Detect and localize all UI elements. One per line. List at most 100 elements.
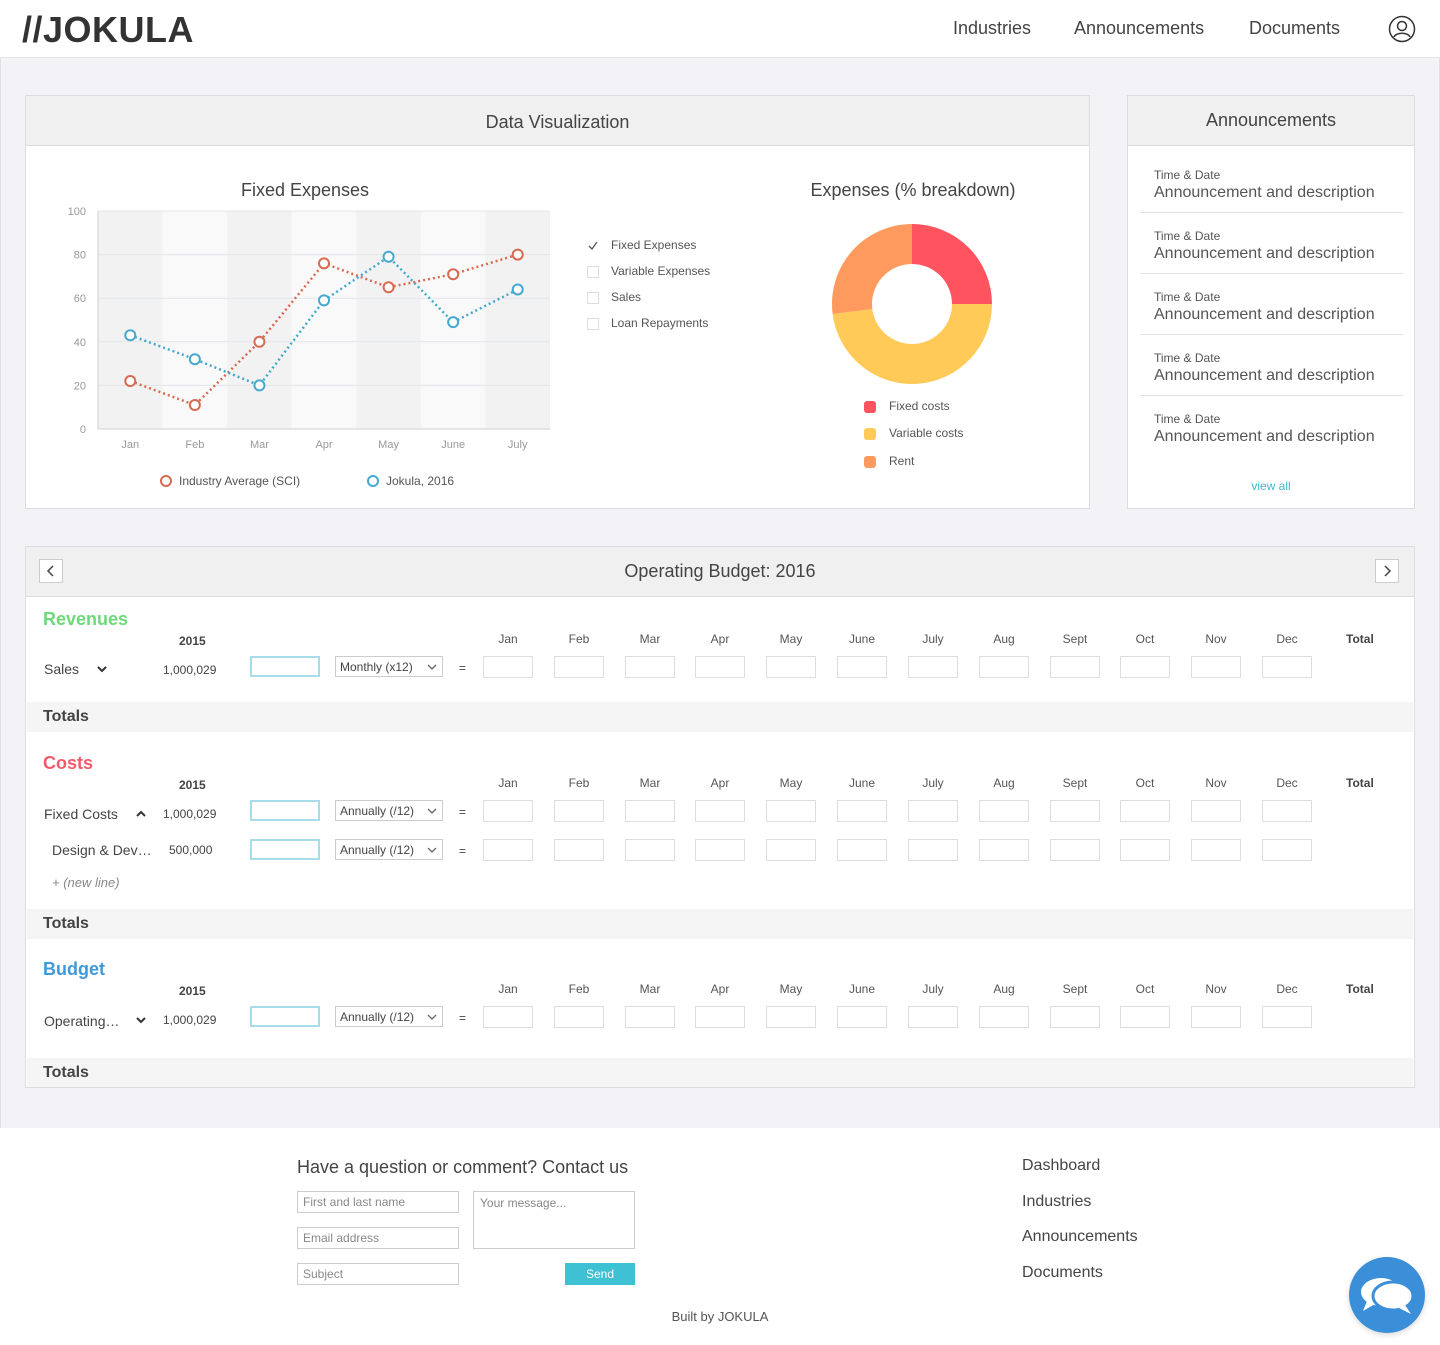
month-input[interactable] [554, 800, 604, 822]
month-input[interactable] [1262, 800, 1312, 822]
month-input[interactable] [908, 1006, 958, 1028]
subject-field[interactable]: Subject [297, 1263, 459, 1285]
month-input[interactable] [837, 656, 887, 678]
month-input[interactable] [1262, 839, 1312, 861]
frequency-select[interactable]: Monthly (x12) [335, 656, 443, 677]
month-input[interactable] [766, 656, 816, 678]
donut-slice[interactable] [912, 224, 992, 304]
data-point[interactable] [124, 375, 137, 388]
logo[interactable]: //JOKULA [22, 9, 194, 51]
data-point[interactable] [382, 281, 395, 294]
nav-industries[interactable]: Industries [953, 18, 1031, 39]
month-input[interactable] [837, 1006, 887, 1028]
checkbox[interactable] [587, 240, 599, 252]
month-input[interactable] [1262, 1006, 1312, 1028]
send-button[interactable]: Send [565, 1263, 635, 1285]
month-input[interactable] [554, 839, 604, 861]
month-input[interactable] [837, 839, 887, 861]
month-input[interactable] [483, 1006, 533, 1028]
month-input[interactable] [1262, 656, 1312, 678]
footer-link-dashboard[interactable]: Dashboard [1022, 1157, 1100, 1175]
month-input[interactable] [1120, 656, 1170, 678]
next-year-button[interactable] [1375, 559, 1399, 583]
announcement-item[interactable]: Time & Date Announcement and description [1140, 213, 1403, 274]
month-input[interactable] [766, 839, 816, 861]
footer-link-industries[interactable]: Industries [1022, 1193, 1091, 1211]
month-input[interactable] [625, 839, 675, 861]
chat-button[interactable] [1349, 1257, 1425, 1333]
data-point[interactable] [188, 399, 201, 412]
month-input[interactable] [1050, 800, 1100, 822]
month-input[interactable] [766, 800, 816, 822]
month-input[interactable] [1050, 839, 1100, 861]
frequency-select[interactable]: Annually (/12) [335, 1006, 443, 1027]
announcement-item[interactable]: Time & Date Announcement and description [1140, 335, 1403, 396]
month-input[interactable] [483, 800, 533, 822]
month-input[interactable] [908, 839, 958, 861]
name-field[interactable]: First and last name [297, 1191, 459, 1213]
month-input[interactable] [1120, 839, 1170, 861]
month-input[interactable] [695, 800, 745, 822]
month-input[interactable] [625, 800, 675, 822]
data-point[interactable] [318, 294, 330, 307]
month-input[interactable] [625, 1006, 675, 1028]
message-field[interactable]: Your message... [473, 1191, 635, 1249]
month-input[interactable] [908, 800, 958, 822]
announcement-item[interactable]: Time & Date Announcement and description [1140, 274, 1403, 335]
month-input[interactable] [483, 839, 533, 861]
prev-year-button[interactable] [39, 559, 63, 583]
nav-announcements[interactable]: Announcements [1074, 18, 1204, 39]
month-input[interactable] [1191, 800, 1241, 822]
user-circle-icon[interactable] [1388, 15, 1416, 43]
chevron-up-icon[interactable] [135, 809, 147, 819]
donut-slice[interactable] [832, 224, 912, 315]
frequency-select[interactable]: Annually (/12) [335, 800, 443, 821]
month-input[interactable] [554, 1006, 604, 1028]
email-field[interactable]: Email address [297, 1227, 459, 1249]
data-point[interactable] [253, 335, 266, 348]
month-input[interactable] [1191, 1006, 1241, 1028]
month-input[interactable] [908, 656, 958, 678]
data-point[interactable] [447, 316, 460, 329]
donut-slice[interactable] [832, 304, 992, 385]
data-point[interactable] [253, 379, 266, 392]
data-point[interactable] [188, 353, 201, 366]
checkbox[interactable] [587, 318, 599, 330]
data-point[interactable] [511, 248, 524, 261]
month-input[interactable] [1120, 1006, 1170, 1028]
data-point[interactable] [511, 283, 524, 296]
chevron-down-icon[interactable] [135, 1015, 147, 1025]
checkbox[interactable] [587, 266, 599, 278]
announcement-item[interactable]: Time & Date Announcement and description [1140, 396, 1403, 457]
month-input[interactable] [554, 656, 604, 678]
month-input[interactable] [1120, 800, 1170, 822]
month-input[interactable] [1191, 656, 1241, 678]
month-input[interactable] [695, 1006, 745, 1028]
checkbox[interactable] [587, 292, 599, 304]
month-input[interactable] [625, 656, 675, 678]
announcement-item[interactable]: Time & Date Announcement and description [1140, 146, 1403, 213]
month-input[interactable] [1050, 656, 1100, 678]
footer-link-documents[interactable]: Documents [1022, 1264, 1103, 1282]
month-input[interactable] [766, 1006, 816, 1028]
footer-link-announcements[interactable]: Announcements [1022, 1228, 1138, 1246]
month-input[interactable] [483, 656, 533, 678]
month-input[interactable] [979, 1006, 1029, 1028]
amount-input[interactable] [250, 800, 320, 821]
data-point[interactable] [318, 257, 330, 270]
month-input[interactable] [979, 656, 1029, 678]
month-input[interactable] [695, 656, 745, 678]
month-input[interactable] [837, 800, 887, 822]
add-new-line-link[interactable]: + (new line) [52, 875, 120, 890]
month-input[interactable] [979, 839, 1029, 861]
nav-documents[interactable]: Documents [1249, 18, 1340, 39]
data-point[interactable] [447, 268, 460, 281]
data-point[interactable] [382, 250, 395, 263]
month-input[interactable] [1050, 1006, 1100, 1028]
month-input[interactable] [695, 839, 745, 861]
frequency-select[interactable]: Annually (/12) [335, 839, 443, 860]
amount-input[interactable] [250, 839, 320, 860]
month-input[interactable] [979, 800, 1029, 822]
view-all-link[interactable]: view all [1128, 479, 1414, 493]
data-point[interactable] [124, 329, 137, 342]
